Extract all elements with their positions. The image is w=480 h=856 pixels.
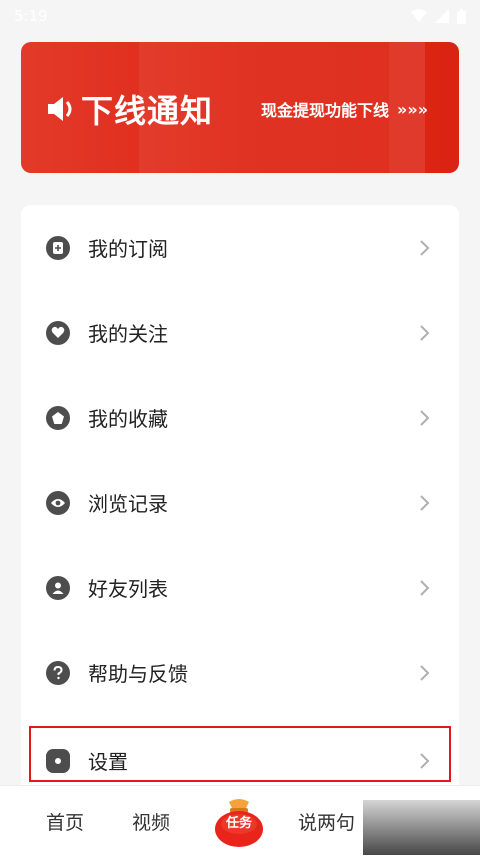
signal-icon [435, 9, 449, 23]
wifi-icon [411, 9, 427, 22]
battery-icon [457, 8, 466, 24]
banner-title-text: 下线通知 [81, 92, 214, 130]
banner-title: 下线通知 [45, 86, 213, 132]
chevron-right-icon [420, 239, 430, 256]
screen-overlay [363, 800, 480, 855]
tab-comment[interactable]: 说两句 [298, 808, 355, 835]
menu-item-history[interactable]: 浏览记录 [21, 460, 459, 545]
menu-item-label: 我的收藏 [88, 407, 168, 431]
menu-item-follow[interactable]: 我的关注 [21, 290, 459, 375]
chevron-right-icon [420, 324, 430, 341]
banner-subtitle-text: 现金提现功能下线 [261, 101, 390, 120]
menu-card: 我的订阅 我的关注 我的收藏 浏览记录 好友列表 帮助与反馈 设置 [21, 205, 459, 795]
heart-icon [46, 320, 70, 345]
menu-item-friends[interactable]: 好友列表 [21, 545, 459, 630]
notice-banner[interactable]: 下线通知 现金提现功能下线 »»» [21, 42, 459, 173]
banner-arrows: »»» [397, 99, 429, 119]
banner-subtitle: 现金提现功能下线 »»» [261, 97, 428, 121]
chevron-right-icon [420, 494, 430, 511]
eye-icon [46, 490, 70, 515]
menu-item-collection[interactable]: 我的收藏 [21, 375, 459, 460]
tab-video[interactable]: 视频 [132, 808, 170, 835]
tab-home[interactable]: 首页 [46, 808, 84, 835]
settings-highlight-box [29, 726, 451, 782]
collection-icon [46, 405, 70, 430]
chevron-right-icon [420, 664, 430, 681]
menu-item-label: 好友列表 [88, 577, 168, 601]
menu-item-label: 我的订阅 [88, 237, 168, 261]
chevron-right-icon [420, 579, 430, 596]
chevron-right-icon [420, 409, 430, 426]
tab-task[interactable]: 任务 [212, 812, 266, 831]
menu-item-subscription[interactable]: 我的订阅 [21, 205, 459, 290]
user-icon [46, 575, 70, 600]
status-time: 5:19 [14, 7, 48, 25]
status-bar: 5:19 [0, 0, 480, 32]
menu-item-help[interactable]: 帮助与反馈 [21, 630, 459, 715]
menu-item-label: 帮助与反馈 [88, 662, 188, 686]
question-icon [46, 660, 70, 685]
subscription-icon [46, 235, 70, 260]
menu-item-label: 浏览记录 [88, 492, 168, 516]
menu-item-label: 我的关注 [88, 322, 168, 346]
status-icons [411, 8, 466, 24]
speaker-icon [48, 97, 72, 121]
